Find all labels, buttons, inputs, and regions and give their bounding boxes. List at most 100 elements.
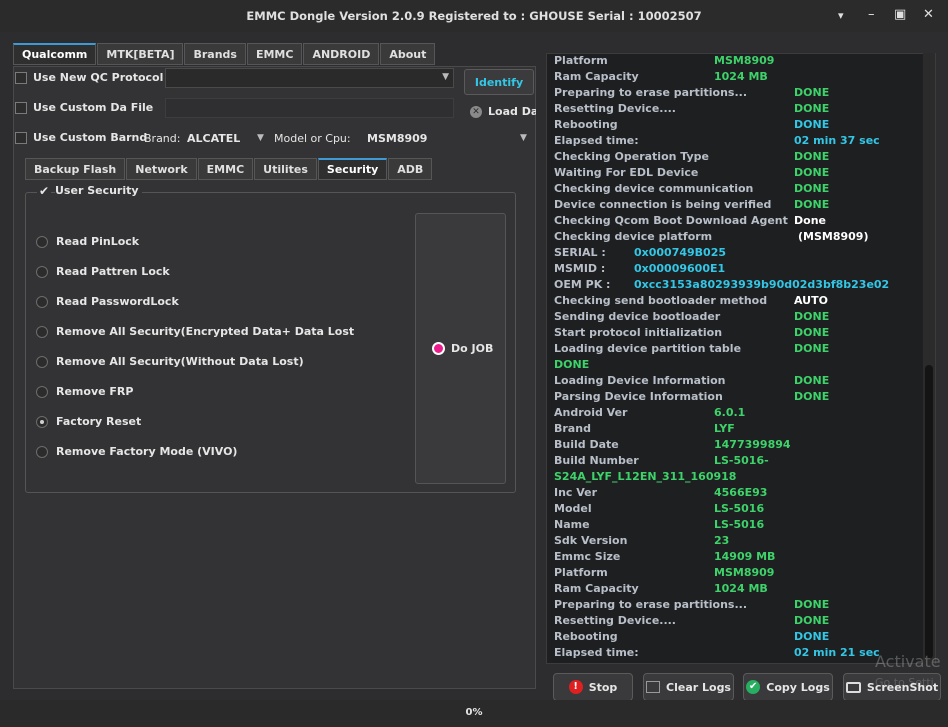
brand-select[interactable]: ALCATEL [187, 132, 240, 145]
user-security-title: User Security [55, 184, 142, 197]
brand-chevron-icon: ▼ [257, 133, 264, 143]
status-bar: 0% [0, 700, 948, 727]
log-key: Model [554, 502, 592, 515]
do-job-button[interactable]: Do JOB [415, 213, 506, 484]
log-value: LS-5016- [714, 454, 769, 467]
tab-mtk[interactable]: MTK[BETA] [97, 43, 184, 65]
tab-network[interactable]: Network [126, 158, 197, 180]
log-scrollbar[interactable] [923, 53, 935, 664]
tab-adb[interactable]: ADB [388, 158, 433, 180]
log-value: 02 min 37 sec [794, 134, 880, 147]
radio-remove-all-security-data-lost[interactable] [36, 326, 48, 338]
log-value: DONE [794, 150, 830, 163]
radio-read-pattern-lock[interactable] [36, 266, 48, 278]
close-button[interactable]: ✕ [923, 7, 934, 22]
option-remove-frp[interactable]: Remove FRP [56, 385, 133, 398]
clear-logs-button[interactable]: Clear Logs [643, 673, 734, 701]
log-value: LYF [714, 422, 735, 435]
qc-protocol-select[interactable]: ▼ [165, 68, 454, 88]
option-read-pinlock[interactable]: Read PinLock [56, 235, 139, 248]
log-key: Sending device bootloader [554, 310, 721, 323]
log-value: 6.0.1 [714, 406, 746, 419]
tab-qualcomm[interactable]: Qualcomm [13, 43, 97, 65]
model-select[interactable]: MSM8909 [367, 132, 427, 145]
log-key: Platform [554, 566, 608, 579]
sub-tabs: Backup Flash Network EMMC Utilites Secur… [25, 158, 433, 180]
log-value: 4566E93 [714, 486, 768, 499]
log-key: Android Ver [554, 406, 628, 419]
chevron-down-icon: ▼ [442, 72, 449, 82]
log-value: DONE [794, 310, 830, 323]
log-value: DONE [794, 598, 830, 611]
target-icon [432, 342, 445, 355]
log-key: Brand [554, 422, 591, 435]
custom-brand-checkbox[interactable] [15, 132, 27, 144]
log-value: DONE [794, 198, 830, 211]
custom-da-label: Use Custom Da File [33, 101, 154, 114]
log-value: DONE [794, 390, 830, 403]
log-value: 0x000749B025 [634, 246, 727, 259]
option-factory-reset[interactable]: Factory Reset [56, 415, 141, 428]
log-value: DONE [794, 342, 830, 355]
tab-utilites[interactable]: Utilites [254, 158, 317, 180]
custom-da-checkbox[interactable] [15, 102, 27, 114]
log-scrollbar-thumb[interactable] [925, 365, 933, 659]
option-read-pattern-lock[interactable]: Read Pattren Lock [56, 265, 170, 278]
log-key: Start protocol initialization [554, 326, 723, 339]
radio-read-password-lock[interactable] [36, 296, 48, 308]
minimize-button[interactable]: – [868, 7, 875, 22]
log-key: Platform [554, 54, 608, 67]
log-key: Rebooting [554, 630, 618, 643]
user-security-checkbox[interactable]: ✔ [37, 184, 51, 198]
log-value: 23 [714, 534, 730, 547]
option-remove-all-security-data-lost[interactable]: Remove All Security(Encrypted Data+ Data… [56, 325, 354, 338]
log-value: 1024 MB [714, 70, 768, 83]
radio-remove-factory-mode[interactable] [36, 446, 48, 458]
model-chevron-icon: ▼ [520, 133, 527, 143]
option-remove-all-security-no-data-lost[interactable]: Remove All Security(Without Data Lost) [56, 355, 304, 368]
identify-button[interactable]: Identify [464, 69, 534, 95]
log-value: AUTO [794, 294, 828, 307]
maximize-button[interactable]: ▣ [894, 7, 906, 22]
log-value: LS-5016 [714, 518, 765, 531]
copy-logs-label: Copy Logs [766, 680, 830, 694]
activation-watermark-sub: Go to Setti [875, 676, 934, 689]
stop-button[interactable]: ! Stop [553, 673, 633, 701]
log-value: 14909 MB [714, 550, 776, 563]
custom-da-path[interactable] [165, 98, 454, 118]
log-value: DONE [794, 102, 830, 115]
radio-remove-frp[interactable] [36, 386, 48, 398]
log-value: DONE [794, 86, 830, 99]
log-value: S24A_LYF_L12EN_311_160918 [554, 470, 737, 483]
tab-about[interactable]: About [380, 43, 436, 65]
copy-logs-button[interactable]: ✔ Copy Logs [743, 673, 833, 701]
radio-read-pinlock[interactable] [36, 236, 48, 248]
radio-remove-all-security-no-data-lost[interactable] [36, 356, 48, 368]
log-key: Parsing Device Information [554, 390, 723, 403]
log-key: Name [554, 518, 590, 531]
log-value: DONE [794, 118, 830, 131]
tab-sub-emmc[interactable]: EMMC [197, 158, 254, 180]
log-value: 0x00009600E1 [634, 262, 726, 275]
log-console[interactable]: Platform MSM8909 Ram Capacity 1024 MB Prepar… [546, 53, 936, 664]
tab-android[interactable]: ANDROID [303, 43, 380, 65]
log-value: 02 min 21 sec [794, 646, 880, 659]
radio-factory-reset[interactable] [36, 416, 48, 428]
tab-security[interactable]: Security [317, 158, 388, 180]
log-key: Waiting For EDL Device [554, 166, 699, 179]
log-key: Checking Qcom Boot Download Agent [554, 214, 788, 227]
log-value: MSM8909 [714, 566, 775, 579]
stop-icon: ! [568, 680, 583, 694]
option-remove-factory-mode[interactable]: Remove Factory Mode (VIVO) [56, 445, 237, 458]
tab-emmc[interactable]: EMMC [246, 43, 303, 65]
qc-protocol-checkbox[interactable] [15, 72, 27, 84]
log-value: 1477399894 [714, 438, 791, 451]
tab-brands[interactable]: Brands [184, 43, 246, 65]
log-value: DONE [794, 374, 830, 387]
log-key: Preparing to erase partitions... [554, 86, 748, 99]
tab-backup-flash[interactable]: Backup Flash [25, 158, 126, 180]
dropdown-icon[interactable]: ▾ [838, 9, 844, 22]
custom-brand-label: Use Custom Barnd [33, 131, 148, 144]
option-read-password-lock[interactable]: Read PasswordLock [56, 295, 179, 308]
load-da-button[interactable]: Load Da [488, 105, 536, 118]
